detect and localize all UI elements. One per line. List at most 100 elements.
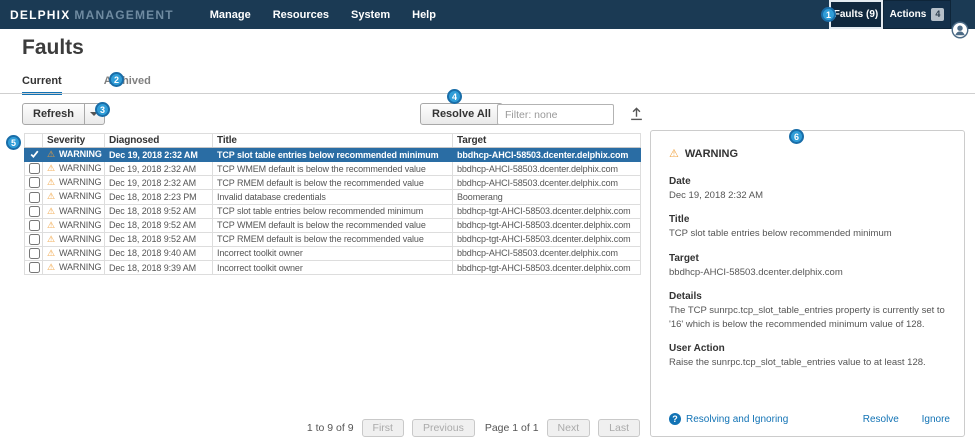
annotation-badge-3: 3: [95, 102, 110, 117]
severity-cell: WARNING: [43, 176, 105, 190]
row-checkbox[interactable]: [29, 177, 40, 188]
warning-icon: [47, 149, 59, 159]
checkbox-cell: [25, 176, 43, 190]
detail-field: Date Dec 19, 2018 2:32 AM: [669, 176, 946, 203]
tab-divider: [0, 93, 975, 94]
warning-icon: [47, 262, 59, 272]
title-cell: TCP RMEM default is below the recommende…: [213, 232, 453, 246]
checkbox-column-header: [25, 134, 43, 148]
row-checkbox[interactable]: [29, 262, 40, 273]
refresh-split-button: Refresh: [22, 103, 105, 125]
detail-field-value: The TCP sunrpc.tcp_slot_table_entries pr…: [669, 304, 946, 333]
person-icon: [951, 21, 969, 39]
fault-row[interactable]: WARNING Dec 18, 2018 9:52 AM TCP RMEM de…: [25, 232, 641, 246]
checkbox-cell: [25, 261, 43, 275]
page-title: Faults: [22, 36, 84, 60]
diagnosed-cell: Dec 18, 2018 9:40 AM: [105, 246, 213, 260]
nav-item-system[interactable]: System: [351, 9, 390, 21]
column-header-title[interactable]: Title: [213, 134, 453, 148]
row-checkbox[interactable]: [29, 163, 40, 174]
checkbox-cell: [25, 162, 43, 176]
target-cell: bbdhcp-tgt-AHCI-58503.dcenter.delphix.co…: [453, 218, 641, 232]
column-header-diagnosed[interactable]: Diagnosed: [105, 134, 213, 148]
detail-severity-heading: WARNING: [669, 147, 946, 160]
row-checkbox[interactable]: [29, 149, 40, 160]
severity-cell: WARNING: [43, 162, 105, 176]
previous-page-button[interactable]: Previous: [412, 419, 475, 437]
title-cell: TCP RMEM default is below the recommende…: [213, 176, 453, 190]
fault-row[interactable]: WARNING Dec 19, 2018 2:32 AM TCP slot ta…: [25, 148, 641, 162]
row-checkbox[interactable]: [29, 220, 40, 231]
ignore-link[interactable]: Ignore: [922, 414, 950, 425]
detail-field-label: Date: [669, 176, 946, 187]
detail-field-value: Dec 19, 2018 2:32 AM: [669, 189, 946, 203]
nav-item-resources[interactable]: Resources: [273, 9, 329, 21]
target-cell: bbdhcp-tgt-AHCI-58503.dcenter.delphix.co…: [453, 232, 641, 246]
row-checkbox[interactable]: [29, 192, 40, 203]
nav-item-help[interactable]: Help: [412, 9, 436, 21]
warning-icon: [47, 163, 59, 173]
severity-text: WARNING: [59, 220, 101, 230]
fault-row[interactable]: WARNING Dec 18, 2018 9:52 AM TCP slot ta…: [25, 204, 641, 218]
column-header-severity[interactable]: Severity: [43, 134, 105, 148]
title-cell: Invalid database credentials: [213, 190, 453, 204]
fault-row[interactable]: WARNING Dec 19, 2018 2:32 AM TCP WMEM de…: [25, 162, 641, 176]
column-header-target[interactable]: Target: [453, 134, 641, 148]
faults-nav-label: Faults (9): [834, 9, 878, 20]
tab-current[interactable]: Current: [22, 75, 62, 95]
refresh-button[interactable]: Refresh: [22, 103, 85, 125]
severity-cell: WARNING: [43, 261, 105, 275]
actions-nav-label: Actions: [890, 9, 927, 20]
severity-cell: WARNING: [43, 218, 105, 232]
title-cell: TCP slot table entries below recommended…: [213, 148, 453, 162]
resolve-link[interactable]: Resolve: [863, 414, 899, 425]
target-cell: bbdhcp-AHCI-58503.dcenter.delphix.com: [453, 176, 641, 190]
export-icon[interactable]: [627, 106, 645, 124]
severity-text: WARNING: [59, 248, 101, 258]
severity-text: WARNING: [59, 191, 101, 201]
detail-field-value: TCP slot table entries below recommended…: [669, 227, 946, 241]
fault-row[interactable]: WARNING Dec 18, 2018 2:23 PM Invalid dat…: [25, 190, 641, 204]
delphix-logo: DELPHIXMANAGEMENT: [10, 8, 174, 22]
fault-row[interactable]: WARNING Dec 18, 2018 9:39 AM Incorrect t…: [25, 261, 641, 275]
filter-input[interactable]: [497, 104, 614, 125]
actions-nav-button[interactable]: Actions 4: [883, 0, 951, 29]
title-cell: TCP WMEM default is below the recommende…: [213, 162, 453, 176]
faults-table-header: Severity Diagnosed Title Target: [25, 134, 641, 148]
upload-arrow-icon: [629, 106, 644, 121]
resolve-all-button[interactable]: Resolve All: [420, 103, 503, 125]
detail-field: Details The TCP sunrpc.tcp_slot_table_en…: [669, 291, 946, 333]
warning-icon: [47, 220, 59, 230]
fault-row[interactable]: WARNING Dec 18, 2018 9:52 AM TCP WMEM de…: [25, 218, 641, 232]
checkbox-cell: [25, 232, 43, 246]
title-cell: TCP slot table entries below recommended…: [213, 204, 453, 218]
row-checkbox[interactable]: [29, 206, 40, 217]
faults-table-body: WARNING Dec 19, 2018 2:32 AM TCP slot ta…: [25, 148, 641, 275]
severity-text: WARNING: [59, 262, 101, 272]
target-cell: bbdhcp-tgt-AHCI-58503.dcenter.delphix.co…: [453, 261, 641, 275]
detail-severity-text: WARNING: [685, 148, 738, 160]
title-cell: Incorrect toolkit owner: [213, 261, 453, 275]
nav-right-group: Faults (9) Actions 4: [829, 0, 951, 29]
severity-text: WARNING: [59, 206, 101, 216]
severity-cell: WARNING: [43, 190, 105, 204]
faults-nav-button[interactable]: Faults (9): [829, 0, 883, 29]
checkbox-cell: [25, 246, 43, 260]
last-page-button[interactable]: Last: [598, 419, 640, 437]
detail-field-value: Raise the sunrpc.tcp_slot_table_entries …: [669, 356, 946, 370]
annotation-badge-6: 6: [789, 129, 804, 144]
user-profile-icon[interactable]: [951, 21, 969, 39]
next-page-button[interactable]: Next: [547, 419, 591, 437]
row-checkbox[interactable]: [29, 248, 40, 259]
severity-text: WARNING: [59, 234, 101, 244]
fault-row[interactable]: WARNING Dec 18, 2018 9:40 AM Incorrect t…: [25, 246, 641, 260]
nav-item-manage[interactable]: Manage: [210, 9, 251, 21]
target-cell: bbdhcp-AHCI-58503.dcenter.delphix.com: [453, 246, 641, 260]
header-row: Severity Diagnosed Title Target: [25, 134, 641, 148]
actions-count-badge: 4: [931, 8, 944, 21]
tab-bar: Current Archived: [22, 75, 193, 95]
first-page-button[interactable]: First: [362, 419, 404, 437]
fault-row[interactable]: WARNING Dec 19, 2018 2:32 AM TCP RMEM de…: [25, 176, 641, 190]
resolving-ignoring-link[interactable]: ? Resolving and Ignoring: [669, 413, 788, 425]
row-checkbox[interactable]: [29, 234, 40, 245]
